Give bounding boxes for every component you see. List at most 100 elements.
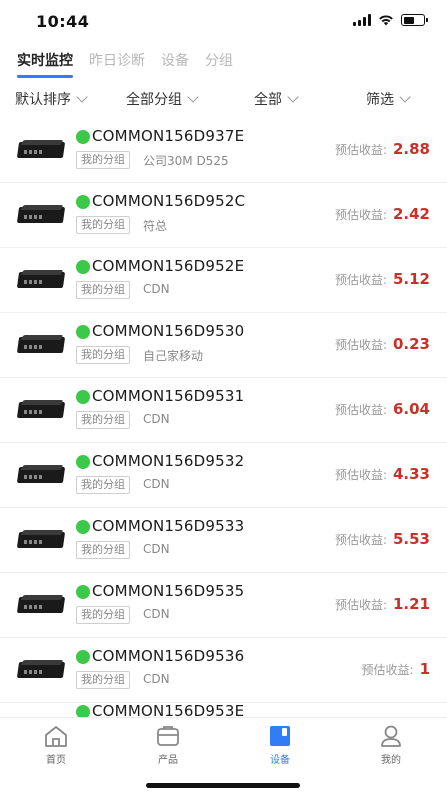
group-dropdown-label: 全部分组 — [126, 92, 182, 108]
device-name: COMMON156D9533 — [92, 517, 245, 535]
group-tag: 我的分组 — [76, 346, 130, 364]
earnings-label: 预估收益: — [334, 468, 387, 482]
sort-dropdown-label: 默认排序 — [15, 92, 71, 108]
filter-bar: 默认排序 全部分组 全部 筛选 — [0, 86, 447, 114]
device-remark: CDN — [143, 412, 170, 426]
earnings: 预估收益: 0.23 — [335, 335, 430, 353]
device-name: COMMON156D9532 — [92, 452, 245, 470]
status-dropdown[interactable]: 全部 — [254, 89, 299, 109]
earnings-label: 预估收益: — [334, 338, 387, 352]
status-bar: 10:44 — [0, 0, 447, 44]
device-remark: CDN — [143, 477, 170, 491]
group-tag: 我的分组 — [76, 281, 130, 299]
tab-groups[interactable]: 分组 — [205, 50, 233, 78]
earnings: 预估收益: 1.21 — [335, 595, 430, 613]
earnings-value: 1.21 — [392, 595, 430, 613]
group-tag: 我的分组 — [76, 411, 130, 429]
device-box-icon — [16, 335, 66, 355]
online-status-dot — [76, 390, 90, 404]
group-tag: 我的分组 — [76, 476, 130, 494]
device-box-icon — [16, 465, 66, 485]
earnings: 预估收益: 1 — [362, 660, 430, 678]
nav-home-label: 首页 — [46, 755, 66, 766]
sort-dropdown[interactable]: 默认排序 — [15, 89, 88, 109]
device-remark: CDN — [143, 607, 170, 621]
home-icon — [45, 726, 67, 747]
device-box-icon — [16, 595, 66, 615]
device-row[interactable]: COMMON156D9535 我的分组 CDN 预估收益: 1.21 — [0, 573, 447, 638]
device-remark: 公司30M D525 — [143, 154, 229, 168]
tab-devices[interactable]: 设备 — [161, 50, 189, 78]
earnings-value: 5.12 — [392, 270, 430, 288]
device-row[interactable]: COMMON156D952C 我的分组 符总 预估收益: 2.42 — [0, 183, 447, 248]
earnings-value: 2.88 — [392, 140, 430, 158]
nav-products[interactable]: 产品 — [138, 724, 198, 766]
online-status-dot — [76, 195, 90, 209]
device-box-icon — [16, 270, 66, 290]
earnings-label: 预估收益: — [334, 143, 387, 157]
earnings: 预估收益: 5.12 — [335, 270, 430, 288]
device-remark: CDN — [143, 542, 170, 556]
device-list: COMMON156D937E 我的分组 公司30M D525 预估收益: 2.8… — [0, 118, 447, 723]
tab-realtime-monitor[interactable]: 实时监控 — [17, 50, 73, 78]
device-name: COMMON156D9535 — [92, 582, 245, 600]
earnings: 预估收益: 5.53 — [335, 530, 430, 548]
nav-home[interactable]: 首页 — [26, 724, 86, 766]
device-box-icon — [16, 140, 66, 160]
earnings-value: 0.23 — [392, 335, 430, 353]
device-name: COMMON156D9531 — [92, 387, 245, 405]
nav-profile-label: 我的 — [381, 755, 401, 766]
chevron-down-icon — [76, 91, 88, 103]
online-status-dot — [76, 325, 90, 339]
tab-yesterday-diagnosis[interactable]: 昨日诊断 — [89, 50, 145, 78]
nav-profile[interactable]: 我的 — [361, 724, 421, 766]
device-row[interactable]: COMMON156D9536 我的分组 CDN 预估收益: 1 — [0, 638, 447, 703]
device-name: COMMON156D9530 — [92, 322, 245, 340]
earnings-label: 预估收益: — [334, 208, 387, 222]
earnings-label: 预估收益: — [361, 663, 414, 677]
nav-devices[interactable]: 设备 — [250, 724, 310, 766]
group-dropdown[interactable]: 全部分组 — [126, 89, 199, 109]
online-status-dot — [76, 585, 90, 599]
device-name: COMMON156D937E — [92, 127, 245, 145]
top-tabs: 实时监控 昨日诊断 设备 分组 — [17, 50, 233, 78]
device-row[interactable]: COMMON156D9530 我的分组 自己家移动 预估收益: 0.23 — [0, 313, 447, 378]
device-row[interactable]: COMMON156D9531 我的分组 CDN 预估收益: 6.04 — [0, 378, 447, 443]
device-row[interactable]: COMMON156D952E 我的分组 CDN 预估收益: 5.12 — [0, 248, 447, 313]
device-remark: 符总 — [143, 219, 168, 233]
earnings-label: 预估收益: — [334, 598, 387, 612]
device-row[interactable]: COMMON156D9533 我的分组 CDN 预估收益: 5.53 — [0, 508, 447, 573]
status-time: 10:44 — [36, 12, 90, 31]
battery-icon — [401, 14, 428, 26]
group-tag: 我的分组 — [76, 216, 130, 234]
group-tag: 我的分组 — [76, 151, 130, 169]
group-tag: 我的分组 — [76, 541, 130, 559]
online-status-dot — [76, 650, 90, 664]
device-row[interactable]: COMMON156D9532 我的分组 CDN 预估收益: 4.33 — [0, 443, 447, 508]
device-remark: 自己家移动 — [143, 349, 204, 363]
nav-products-label: 产品 — [158, 755, 178, 766]
chevron-down-icon — [399, 91, 411, 103]
earnings-value: 6.04 — [392, 400, 430, 418]
earnings-value: 1 — [419, 660, 430, 678]
group-tag: 我的分组 — [76, 606, 130, 624]
online-status-dot — [76, 455, 90, 469]
earnings-value: 4.33 — [392, 465, 430, 483]
device-remark: CDN — [143, 672, 170, 686]
status-dropdown-label: 全部 — [254, 92, 282, 108]
wifi-icon — [379, 15, 393, 26]
device-box-icon — [16, 530, 66, 550]
group-tag: 我的分组 — [76, 671, 130, 689]
chevron-down-icon — [287, 91, 299, 103]
screen-dropdown[interactable]: 筛选 — [366, 89, 411, 109]
device-remark: CDN — [143, 282, 170, 296]
device-box-icon — [16, 205, 66, 225]
screen-dropdown-label: 筛选 — [366, 92, 394, 108]
product-icon — [157, 726, 179, 746]
device-row[interactable]: COMMON156D937E 我的分组 公司30M D525 预估收益: 2.8… — [0, 118, 447, 183]
earnings: 预估收益: 6.04 — [335, 400, 430, 418]
earnings-label: 预估收益: — [334, 403, 387, 417]
online-status-dot — [76, 520, 90, 534]
online-status-dot — [76, 260, 90, 274]
earnings: 预估收益: 4.33 — [335, 465, 430, 483]
